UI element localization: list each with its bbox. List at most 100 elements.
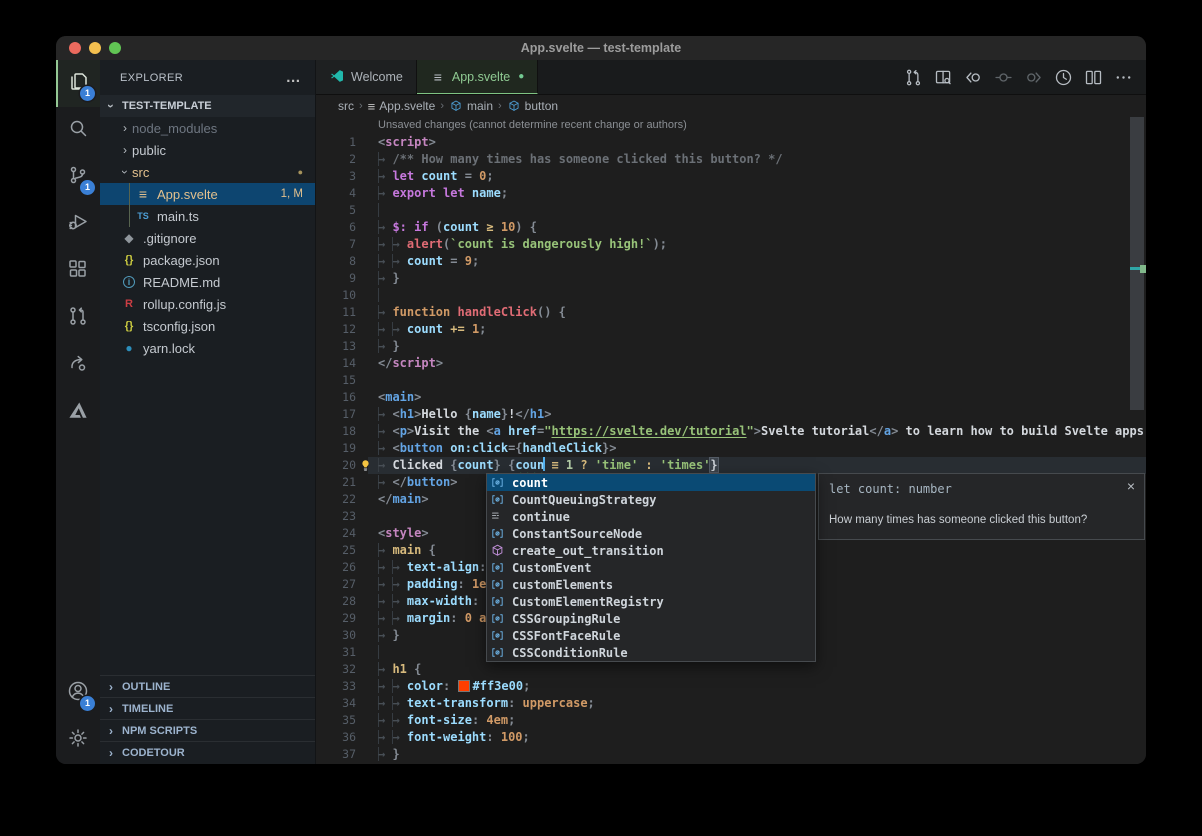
suggest-item-customevent[interactable]: CustomEvent [487, 559, 815, 576]
tree-item-readme-md[interactable]: iREADME.md [100, 271, 315, 293]
more-actions-icon[interactable]: … [286, 69, 301, 86]
token: margin [407, 611, 450, 625]
activity-item-settings[interactable] [56, 717, 100, 764]
lightbulb-icon[interactable] [358, 458, 373, 473]
code-line[interactable]: 37→ } [316, 746, 1146, 763]
code-line[interactable]: 34→ → text-transform: uppercase; [316, 695, 1146, 712]
tab-label: App.svelte [452, 70, 510, 84]
suggest-item-constantsourcenode[interactable]: ConstantSourceNode [487, 525, 815, 542]
codelens-unsaved-changes[interactable]: Unsaved changes (cannot determine recent… [316, 117, 1146, 134]
code-line[interactable]: 18→ <p>Visit the <a href="https://svelte… [316, 423, 1146, 440]
section-npm-scripts[interactable]: ›NPM SCRIPTS [100, 719, 315, 741]
compare-changes-icon[interactable] [898, 62, 928, 92]
activity-item-live-share[interactable] [56, 342, 100, 389]
code-line[interactable]: 32→ h1 { [316, 661, 1146, 678]
activity-item-explorer[interactable]: 1 [56, 60, 100, 107]
code-line[interactable]: 36→ → font-weight: 100; [316, 729, 1146, 746]
section-timeline[interactable]: ›TIMELINE [100, 697, 315, 719]
code-line[interactable]: 1<script> [316, 134, 1146, 151]
suggest-item-cssconditionrule[interactable]: CSSConditionRule [487, 644, 815, 661]
maximize-window-button[interactable] [109, 42, 121, 54]
code-line[interactable]: 10 [316, 287, 1146, 304]
breadcrumb-label: App.svelte [379, 99, 435, 113]
code-line[interactable]: 6→ $: if (count ≥ 10) { [316, 219, 1146, 236]
code-line[interactable]: 4→ export let name; [316, 185, 1146, 202]
open-preview-icon[interactable] [928, 62, 958, 92]
tour-step-icon[interactable] [988, 62, 1018, 92]
breadcrumb-app-svelte[interactable]: ≡App.svelte [368, 99, 436, 114]
token: ; [523, 730, 530, 744]
suggest-item-create_out_transition[interactable]: create_out_transition [487, 542, 815, 559]
activity-item-azure[interactable] [56, 389, 100, 436]
minimize-window-button[interactable] [89, 42, 101, 54]
tree-item-yarn-lock[interactable]: ●yarn.lock [100, 337, 315, 359]
suggest-item-count[interactable]: count [487, 474, 815, 491]
tab-welcome[interactable]: Welcome [316, 60, 417, 94]
scrollbar-thumb[interactable] [1130, 117, 1144, 410]
code-line[interactable]: 19→ <button on:click={handleClick}> [316, 440, 1146, 457]
code-line[interactable]: 8→ → count = 9; [316, 253, 1146, 270]
suggest-item-customelements[interactable]: customElements [487, 576, 815, 593]
tree-item--gitignore[interactable]: ◆.gitignore [100, 227, 315, 249]
code-line[interactable]: 13→ } [316, 338, 1146, 355]
token: → [378, 696, 392, 710]
token: `count is dangerously high!` [450, 237, 652, 251]
tree-root-folder[interactable]: › TEST-TEMPLATE [100, 95, 315, 117]
code-editor[interactable]: Unsaved changes (cannot determine recent… [316, 117, 1146, 764]
activity-item-extensions[interactable] [56, 248, 100, 295]
tree-item-rollup-config-js[interactable]: Rrollup.config.js [100, 293, 315, 315]
token: coun [515, 458, 544, 472]
code-line[interactable]: 7→ → alert(`count is dangerously high!`)… [316, 236, 1146, 253]
activity-item-source-control[interactable]: 1 [56, 154, 100, 201]
code-line[interactable]: 14</script> [316, 355, 1146, 372]
code-line[interactable]: 35→ → font-size: 4em; [316, 712, 1146, 729]
explorer-sidebar: EXPLORER … › TEST-TEMPLATE ›node_modules… [100, 60, 316, 764]
code-line[interactable]: 20→ Clicked {count} {coun ≡ 1 ? 'time' :… [316, 457, 1146, 474]
breadcrumb-main[interactable]: main [449, 99, 493, 113]
token: let [392, 169, 414, 183]
suggest-item-continue[interactable]: continue [487, 508, 815, 525]
section-codetour[interactable]: ›CODETOUR [100, 741, 315, 763]
token: }> [602, 441, 616, 455]
code-line[interactable]: 5 [316, 202, 1146, 219]
suggest-item-cssgroupingrule[interactable]: CSSGroupingRule [487, 610, 815, 627]
suggest-item-countqueuingstrategy[interactable]: CountQueuingStrategy [487, 491, 815, 508]
tree-item-tsconfig-json[interactable]: {}tsconfig.json [100, 315, 315, 337]
token: → [392, 254, 406, 268]
tree-item-src[interactable]: ›src● [100, 161, 315, 183]
start-tour-icon[interactable] [1048, 62, 1078, 92]
code-line[interactable]: 12→ → count += 1; [316, 321, 1146, 338]
navigate-forward-icon[interactable] [1018, 62, 1048, 92]
split-editor-icon[interactable] [1078, 62, 1108, 92]
code-line[interactable]: 2→ /** How many times has someone clicke… [316, 151, 1146, 168]
activity-item-pull-requests[interactable] [56, 295, 100, 342]
close-window-button[interactable] [69, 42, 81, 54]
activity-item-accounts[interactable]: 1 [56, 670, 100, 717]
tree-item-main-ts[interactable]: TSmain.ts [100, 205, 315, 227]
code-line[interactable]: 9→ } [316, 270, 1146, 287]
breadcrumb-src[interactable]: src [338, 99, 354, 113]
code-line[interactable]: 3→ let count = 0; [316, 168, 1146, 185]
activity-item-search[interactable] [56, 107, 100, 154]
code-line[interactable]: 15 [316, 372, 1146, 389]
suggest-item-cssfontfacerule[interactable]: CSSFontFaceRule [487, 627, 815, 644]
tree-item-app-svelte[interactable]: ≡App.svelte1, M [100, 183, 315, 205]
section-outline[interactable]: ›OUTLINE [100, 675, 315, 697]
tab-app-svelte[interactable]: ≡App.svelte● [417, 60, 538, 94]
code-line[interactable]: 16<main> [316, 389, 1146, 406]
code-line[interactable]: 17→ <h1>Hello {name}!</h1> [316, 406, 1146, 423]
token: > [754, 424, 761, 438]
tree-item-node-modules[interactable]: ›node_modules [100, 117, 315, 139]
suggest-item-customelementregistry[interactable]: CustomElementRegistry [487, 593, 815, 610]
code-line[interactable]: 33→ → color: #ff3e00; [316, 678, 1146, 695]
close-icon[interactable]: × [1127, 478, 1135, 494]
breadcrumb-button[interactable]: button [507, 99, 558, 113]
navigate-back-icon[interactable] [958, 62, 988, 92]
token: > [421, 492, 428, 506]
tree-item-package-json[interactable]: {}package.json [100, 249, 315, 271]
activity-item-run-debug[interactable] [56, 201, 100, 248]
code-line[interactable]: 11→ function handleClick() { [316, 304, 1146, 321]
more-actions-icon[interactable] [1108, 62, 1138, 92]
tree-item-public[interactable]: ›public [100, 139, 315, 161]
token: count [407, 254, 443, 268]
